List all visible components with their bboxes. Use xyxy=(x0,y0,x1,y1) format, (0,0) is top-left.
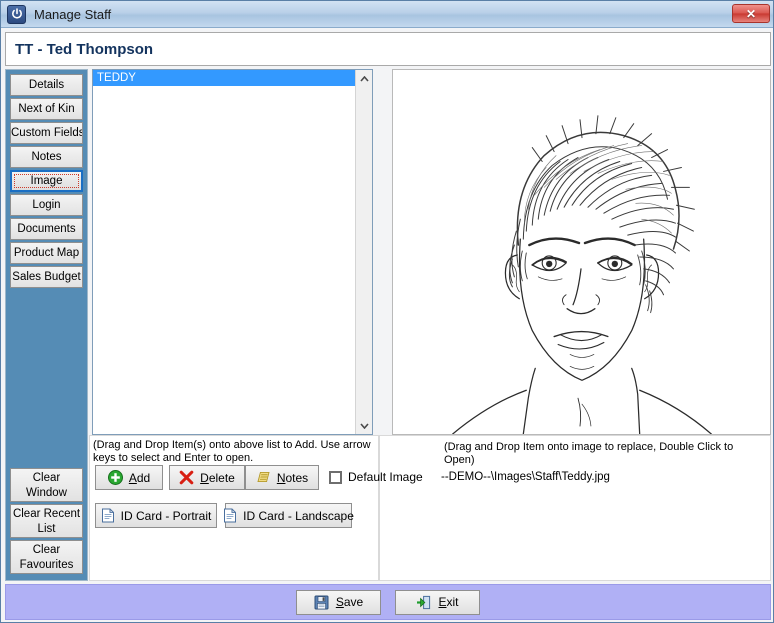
title-bar: Manage Staff ✕ xyxy=(1,1,773,28)
sidebar-item-notes[interactable]: Notes xyxy=(10,146,83,168)
image-list[interactable]: TEDDY xyxy=(93,70,355,434)
exit-button-label: Exit xyxy=(438,595,459,609)
image-list-panel: TEDDY xyxy=(92,69,373,435)
close-button[interactable]: ✕ xyxy=(732,4,770,23)
document-icon xyxy=(101,508,115,523)
notes-button[interactable]: Notes xyxy=(245,465,319,490)
clear-recent-list-button[interactable]: Clear Recent List xyxy=(10,504,83,538)
chevron-down-icon[interactable] xyxy=(356,417,372,434)
id-card-landscape-button[interactable]: ID Card - Landscape xyxy=(223,503,354,528)
header-strip: TT - Ted Thompson xyxy=(5,32,771,66)
floppy-save-icon xyxy=(314,595,329,610)
exit-button[interactable]: Exit xyxy=(395,589,480,615)
default-image-label: Default Image xyxy=(348,470,423,484)
staff-image-panel[interactable] xyxy=(392,69,771,435)
clear-favourites-button[interactable]: Clear Favourites xyxy=(10,540,83,574)
delete-button-label: Delete xyxy=(200,470,235,485)
sidebar: Details Next of Kin Custom Fields Notes … xyxy=(5,69,88,581)
save-button-label: Save xyxy=(335,595,364,609)
sidebar-item-next-of-kin[interactable]: Next of Kin xyxy=(10,98,83,120)
sidebar-item-product-map[interactable]: Product Map xyxy=(10,242,83,264)
footer-bar: Save Exit xyxy=(5,584,771,620)
window-title: Manage Staff xyxy=(34,6,112,22)
notes-button-label: Notes xyxy=(276,470,309,485)
default-image-field[interactable]: Default Image xyxy=(329,470,423,484)
id-card-portrait-label: ID Card - Portrait xyxy=(120,508,212,523)
default-image-checkbox[interactable] xyxy=(329,470,342,484)
list-hint-text: (Drag and Drop Item(s) onto above list t… xyxy=(93,439,371,464)
sidebar-item-sales-budget[interactable]: Sales Budget xyxy=(10,266,83,288)
add-button-label: Add xyxy=(128,470,151,485)
list-item[interactable]: TEDDY xyxy=(93,70,355,86)
close-icon: ✕ xyxy=(745,6,757,21)
delete-button[interactable]: Delete xyxy=(169,465,245,490)
id-card-portrait-button[interactable]: ID Card - Portrait xyxy=(95,503,217,528)
red-x-icon xyxy=(179,470,194,485)
list-scrollbar[interactable] xyxy=(355,70,372,434)
sidebar-item-documents[interactable]: Documents xyxy=(10,218,83,240)
manage-staff-window: Manage Staff ✕ TT - Ted Thompson Details… xyxy=(0,0,774,623)
document-icon xyxy=(223,508,237,523)
sidebar-item-details[interactable]: Details xyxy=(10,74,83,96)
chevron-up-icon[interactable] xyxy=(356,70,372,87)
page-title: TT - Ted Thompson xyxy=(15,40,154,58)
exit-door-icon xyxy=(416,595,431,610)
image-hint-text: (Drag and Drop Item onto image to replac… xyxy=(444,441,734,466)
power-icon xyxy=(7,4,26,24)
green-plus-icon xyxy=(107,470,123,485)
add-button[interactable]: Add xyxy=(95,465,163,490)
image-path-text: --DEMO--\Images\Staff\Teddy.jpg xyxy=(441,471,610,483)
sidebar-item-custom-fields[interactable]: Custom Fields xyxy=(10,122,83,144)
id-card-landscape-label: ID Card - Landscape xyxy=(243,508,354,523)
sidebar-item-image[interactable]: Image xyxy=(10,170,83,192)
save-button[interactable]: Save xyxy=(296,589,381,615)
sidebar-item-login[interactable]: Login xyxy=(10,194,83,216)
notepad-icon xyxy=(256,470,271,485)
clear-window-positions-button[interactable]: Clear Window Positions xyxy=(10,468,83,502)
staff-portrait-sketch xyxy=(393,70,770,434)
